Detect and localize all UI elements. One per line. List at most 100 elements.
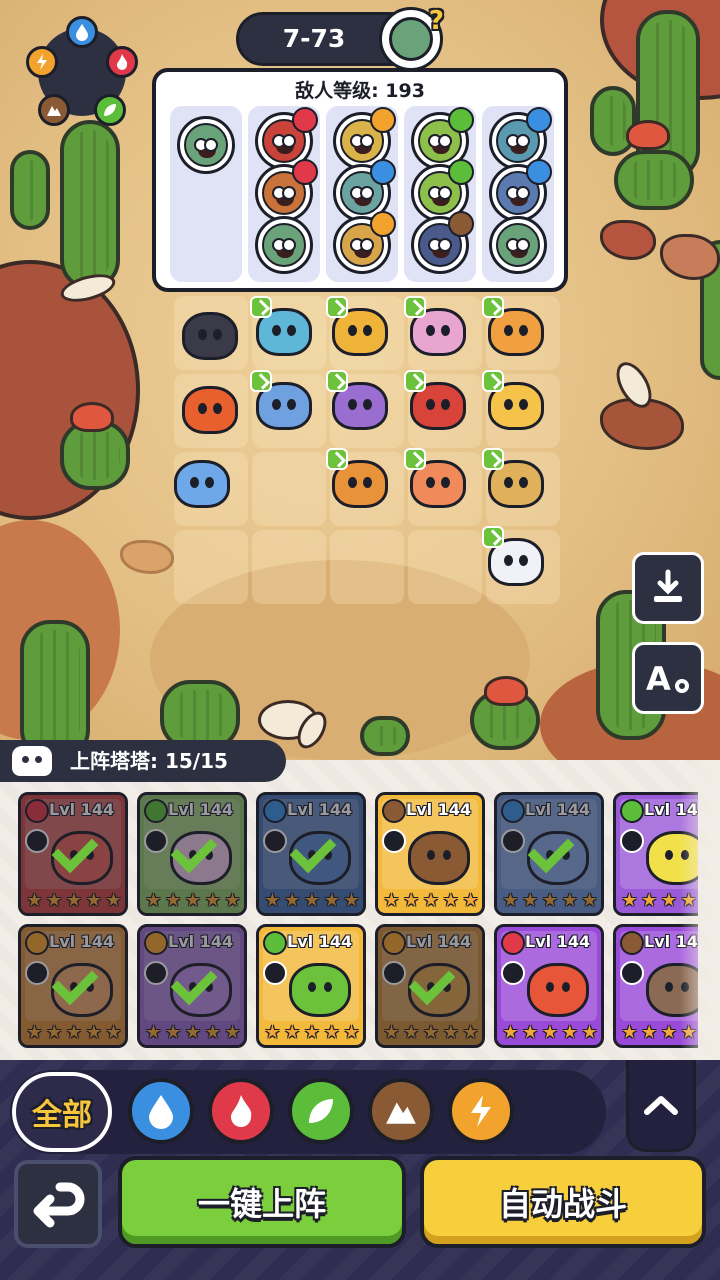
star-rating: ★★★★★ (499, 1023, 599, 1043)
star-icon: ★ (641, 1022, 658, 1043)
lightning-icon (370, 107, 396, 133)
tower-card[interactable]: Lvl 144★★★★★ (18, 792, 128, 916)
filter-water-button[interactable] (128, 1078, 194, 1144)
tower-portrait (527, 963, 589, 1017)
fire-icon (292, 159, 318, 185)
enemy-zombie[interactable] (489, 159, 552, 222)
back-button[interactable] (14, 1160, 102, 1248)
tower-card[interactable]: Lvl 144★★★★★ (137, 792, 247, 916)
water-icon (526, 107, 552, 133)
enemy-zombie[interactable] (489, 216, 547, 274)
upgrade-badge-icon (404, 370, 426, 392)
hero-unit[interactable] (250, 296, 316, 358)
hero-unit[interactable] (404, 296, 470, 358)
leaf-icon (448, 107, 474, 133)
tower-card[interactable]: Lvl 144★★★★★ (375, 792, 485, 916)
cactus (614, 150, 694, 210)
water-icon (370, 159, 396, 185)
filter-leaf-button[interactable] (288, 1078, 354, 1144)
earth-icon (382, 799, 406, 823)
hero-unit[interactable] (326, 296, 392, 358)
hero-unit[interactable] (326, 448, 392, 510)
auto-battle-button[interactable]: 自动战斗 (420, 1156, 706, 1248)
tower-card[interactable]: Lvl 144★★★★★ (375, 924, 485, 1048)
star-icon: ★ (561, 1022, 578, 1043)
tower-card[interactable]: Lvl 144★★★★★ (137, 924, 247, 1048)
hero-unit[interactable] (482, 296, 548, 358)
star-icon: ★ (284, 1022, 301, 1043)
fire-icon (501, 931, 525, 955)
star-icon: ★ (502, 1022, 519, 1043)
enemy-zombie[interactable] (255, 159, 318, 222)
upgrade-badge-icon (482, 296, 504, 318)
collapse-button[interactable] (626, 1060, 696, 1152)
deployed-count: 上阵塔塔: 15/15 (70, 749, 228, 773)
leaf-icon (263, 931, 287, 955)
grid-tile[interactable] (408, 530, 482, 604)
filter-fire-button[interactable] (208, 1078, 274, 1144)
earth-icon (620, 931, 644, 955)
cactus (60, 120, 120, 290)
earth-icon (38, 94, 70, 126)
tower-card[interactable]: Lvl 144★★★★★ (494, 924, 604, 1048)
star-icon: ★ (621, 1022, 638, 1043)
hero-unit[interactable] (176, 374, 242, 436)
upgrade-badge-icon (482, 370, 504, 392)
return-arrow-icon (33, 1182, 85, 1228)
hero-unit[interactable] (176, 300, 242, 362)
upgrade-badge-icon (482, 448, 504, 470)
grid-tile[interactable] (252, 452, 326, 526)
cactus (10, 150, 50, 230)
upgrade-badge-icon (326, 448, 348, 470)
star-icon: ★ (660, 1022, 678, 1043)
enemy-zombie[interactable] (333, 211, 396, 274)
star-icon: ★ (383, 890, 400, 911)
grid-tile[interactable] (330, 530, 404, 604)
download-icon (654, 569, 682, 602)
upgrade-badge-icon (326, 296, 348, 318)
save-lineup-button[interactable] (632, 552, 704, 624)
tower-card[interactable]: Lvl 144★★★★★ (494, 792, 604, 916)
hero-unit[interactable] (482, 448, 548, 510)
leaf-icon (309, 1099, 333, 1123)
star-icon: ★ (442, 890, 459, 911)
grid-tile[interactable] (174, 530, 248, 604)
one-click-deploy-button[interactable]: 一键上阵 (118, 1156, 406, 1248)
star-icon: ★ (343, 1022, 360, 1043)
fire-icon (231, 1095, 252, 1127)
enemy-zombie[interactable] (411, 211, 474, 274)
hero-unit[interactable] (250, 370, 316, 432)
auto-settings-button[interactable]: A (632, 642, 704, 714)
star-icon: ★ (541, 1022, 559, 1043)
enemy-zombie[interactable] (255, 216, 313, 274)
hero-unit[interactable] (482, 526, 548, 588)
tower-card[interactable]: Lvl 144★★★★★ (18, 924, 128, 1048)
star-icon: ★ (660, 890, 678, 911)
hero-unit[interactable] (404, 370, 470, 432)
rock (600, 220, 656, 260)
grid-tile[interactable] (252, 530, 326, 604)
bottom-bar: 全部 一键上阵 自动战斗 (0, 1060, 720, 1280)
star-icon: ★ (462, 890, 479, 911)
lightning-icon (26, 46, 58, 78)
filter-all-button[interactable]: 全部 (12, 1072, 112, 1152)
element-advantage-wheel[interactable] (24, 16, 140, 128)
element-filter-bar: 全部 (10, 1070, 606, 1154)
filter-lightning-button[interactable] (448, 1078, 514, 1144)
hero-unit[interactable] (326, 370, 392, 432)
robot-icon (12, 746, 52, 776)
card-list[interactable]: Lvl 144 ★ ★ ★ ★ ★ Lvl 144 ★ ★ ★ ★ ★ Lvl 144 ★ ★ ★ ★ ★ Lvl … (18, 792, 698, 1056)
star-icon: ★ (522, 1022, 539, 1043)
boss-info-button[interactable]: ? (379, 6, 444, 71)
hero-unit[interactable] (482, 370, 548, 432)
filter-earth-button[interactable] (368, 1078, 434, 1144)
card-level: Lvl 144 (406, 800, 472, 819)
tower-card[interactable]: Lvl 144★★★★★ (256, 924, 366, 1048)
class-icon (263, 961, 287, 985)
enemy-zombie[interactable] (177, 116, 235, 174)
deploy-label: 一键上阵 (197, 1185, 326, 1223)
hero-unit[interactable] (404, 448, 470, 510)
hero-unit[interactable] (168, 448, 234, 510)
tower-portrait (408, 831, 470, 885)
tower-card[interactable]: Lvl 144★★★★★ (256, 792, 366, 916)
